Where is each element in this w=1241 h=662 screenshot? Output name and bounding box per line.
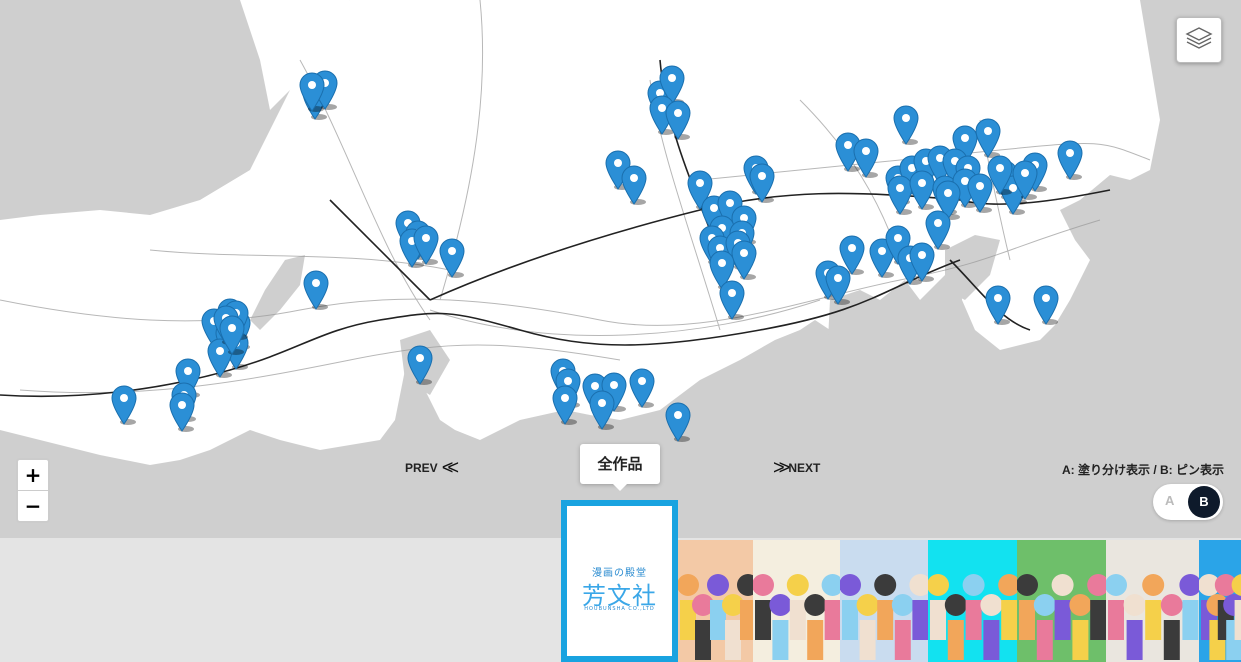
work-cover-6[interactable] [1106,540,1199,662]
map-pin[interactable] [909,242,935,282]
work-cover-4[interactable] [928,540,1017,662]
work-cover-7[interactable] [1199,540,1241,662]
map-pin[interactable] [621,165,647,205]
map-pin[interactable] [665,100,691,140]
map-pin[interactable] [987,155,1013,195]
display-mode-toggle[interactable]: A B [1153,484,1223,520]
map-pin[interactable] [407,345,433,385]
map-pin[interactable] [552,385,578,425]
double-chevron-left-icon: << [441,457,460,479]
display-mode-label: A: 塗り分け表示 / B: ピン表示 [1062,463,1224,477]
double-chevron-right-icon: >> [773,457,791,479]
map-pin[interactable] [303,270,329,310]
prev-label: PREV [405,461,438,475]
prev-button[interactable]: PREV << [405,457,460,479]
map-pin[interactable] [1012,160,1038,200]
layers-button[interactable] [1176,17,1222,63]
map-pin[interactable] [413,225,439,265]
publisher-logo-card[interactable]: 漫画の殿堂 芳文社 HOUBUNSHA CO.,LTD [561,500,678,662]
work-cover-5[interactable] [1017,540,1106,662]
map-pin[interactable] [825,265,851,305]
work-cover-3[interactable] [840,540,928,662]
map-pin[interactable] [665,402,691,442]
map-pin[interactable] [1033,285,1059,325]
map-pin[interactable] [629,368,655,408]
zoom-control: + − [16,458,50,523]
map-pin[interactable] [985,285,1011,325]
map-pin[interactable] [219,315,245,355]
map-pin[interactable] [749,163,775,203]
mode-a-option[interactable]: A [1165,493,1174,508]
map-pin[interactable] [893,105,919,145]
layers-icon [1185,24,1213,56]
mode-b-option[interactable]: B [1188,486,1220,518]
map-pin[interactable] [975,118,1001,158]
work-cover-1[interactable] [678,540,753,662]
zoom-out-button[interactable]: − [18,490,48,521]
work-cover-2[interactable] [753,540,840,662]
next-button[interactable]: >> NEXT [773,458,820,478]
logo-corp-name: HOUBUNSHA CO.,LTD [584,606,655,612]
map-pin[interactable] [853,138,879,178]
map-pin[interactable] [589,390,615,430]
map-pin[interactable] [169,392,195,432]
map-pin[interactable] [439,238,465,278]
map-pin[interactable] [719,280,745,320]
zoom-in-button[interactable]: + [18,460,48,490]
all-works-label[interactable]: 全作品 [580,444,660,491]
map-pin[interactable] [111,385,137,425]
map-pin[interactable] [299,72,325,112]
map-pin[interactable] [731,240,757,280]
map-pin[interactable] [1057,140,1083,180]
next-label: NEXT [788,461,821,475]
